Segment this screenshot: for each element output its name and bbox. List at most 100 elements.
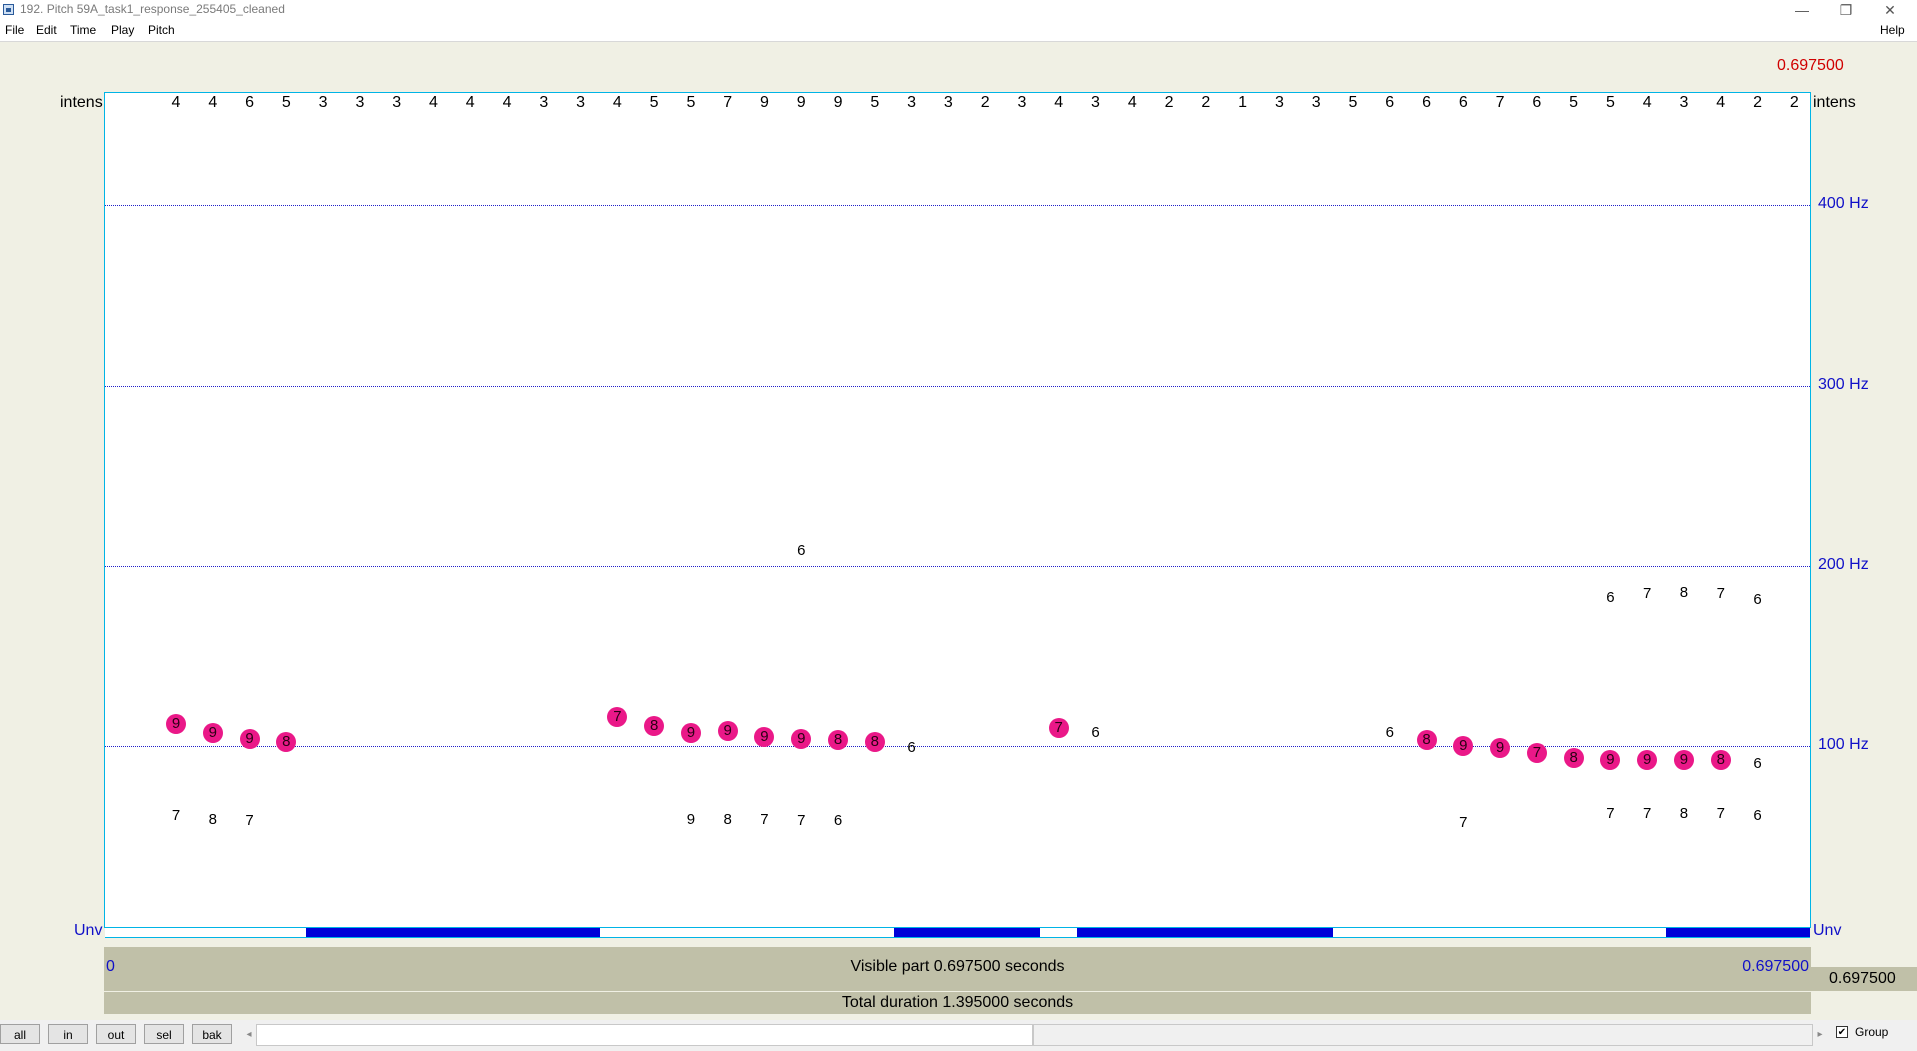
pitch-candidate: 6 [1753, 590, 1762, 608]
scroll-left-arrow-icon[interactable]: ◂ [242, 1026, 256, 1044]
pitch-candidate: 6 [833, 812, 843, 830]
minimize-button[interactable]: — [1780, 0, 1824, 20]
intensity-value: 6 [1422, 94, 1431, 111]
intensity-value: 3 [392, 94, 402, 111]
intensity-value: 3 [355, 94, 365, 111]
pitch-candidate: 7 [1459, 814, 1468, 832]
pitch-dot[interactable]: 8 [1416, 730, 1437, 751]
intensity-value: 5 [281, 94, 291, 111]
visible-part-text: Visible part 0.697500 seconds [850, 958, 1065, 975]
pitch-dot[interactable]: 9 [717, 721, 738, 742]
intens-label-right: intens [1813, 94, 1856, 111]
pitch-dot[interactable]: 7 [1526, 743, 1547, 763]
pitch-dot[interactable]: 8 [644, 715, 665, 736]
unvoiced-bar [105, 927, 1810, 938]
unvoiced-segment [1665, 928, 1810, 937]
intensity-value: 3 [1679, 94, 1689, 111]
pitch-candidate: 7 [1606, 805, 1615, 823]
scroll-right-arrow-icon[interactable]: ▸ [1813, 1026, 1827, 1044]
zoom-in-button[interactable]: in [48, 1024, 88, 1044]
unv-label-left: Unv [74, 922, 103, 939]
pitch-dot[interactable]: 7 [1048, 717, 1069, 738]
pitch-plot-area[interactable] [104, 92, 1811, 928]
intensity-value: 9 [833, 94, 843, 111]
pitch-dot[interactable]: 8 [1563, 748, 1584, 769]
menu-pitch[interactable]: Pitch [148, 23, 175, 37]
menu-bar: File Edit Time Play Pitch Help [0, 20, 1917, 42]
pitch-candidate: 6 [907, 738, 916, 756]
intensity-value: 6 [1532, 94, 1542, 111]
intensity-value: 6 [1458, 94, 1468, 111]
intensity-value: 5 [686, 94, 696, 111]
menu-time[interactable]: Time [70, 23, 96, 37]
menu-edit[interactable]: Edit [36, 23, 57, 37]
bottom-toolbar: all in out sel bak ◂ ▸ ✔ Group [0, 1020, 1917, 1051]
unvoiced-segment [894, 928, 1040, 937]
pitch-candidate: 8 [1679, 805, 1689, 823]
menu-play[interactable]: Play [111, 23, 134, 37]
cursor-time: 0.697500 [1777, 57, 1844, 74]
intensity-value: 1 [1238, 94, 1248, 111]
title-bar: 192. Pitch 59A_task1_response_255405_cle… [0, 0, 1917, 20]
pitch-dot[interactable]: 9 [1453, 735, 1474, 756]
pitch-candidate: 8 [1679, 583, 1689, 601]
gridline-100 [105, 746, 1810, 747]
intensity-value: 7 [723, 94, 733, 111]
time-end-label: 0.697500 [1742, 958, 1809, 975]
scrollbar-track[interactable] [1033, 1024, 1813, 1046]
intensity-value: 6 [245, 94, 254, 111]
visible-part-side[interactable]: 0.697500 [1811, 967, 1917, 991]
pitch-candidate: 7 [1716, 585, 1725, 603]
intensity-value: 2 [1164, 94, 1174, 111]
zoom-back-button[interactable]: bak [192, 1024, 232, 1044]
pitch-candidate: 7 [1716, 805, 1725, 823]
intensity-value: 4 [208, 94, 218, 111]
intensity-value: 5 [649, 94, 659, 111]
restore-button[interactable]: ❐ [1824, 0, 1868, 20]
pitch-dot[interactable]: 9 [680, 723, 701, 744]
pitch-candidate: 7 [1643, 805, 1652, 823]
intensity-value: 3 [539, 94, 549, 111]
menu-file[interactable]: File [5, 23, 24, 37]
zoom-sel-button[interactable]: sel [144, 1024, 184, 1044]
gridline-200 [105, 566, 1810, 567]
total-duration-text: Total duration 1.395000 seconds [841, 994, 1074, 1011]
intensity-value: 3 [907, 94, 917, 111]
intensity-value: 4 [1127, 94, 1137, 111]
zoom-all-button[interactable]: all [0, 1024, 40, 1044]
pitch-candidate: 6 [797, 542, 806, 560]
intensity-value: 5 [1605, 94, 1615, 111]
app-icon [3, 4, 14, 15]
pitch-candidate: 6 [1753, 807, 1762, 825]
gridline-300 [105, 386, 1810, 387]
pitch-candidate: 8 [208, 810, 217, 828]
close-button[interactable]: ✕ [1868, 0, 1912, 20]
intensity-value: 5 [1348, 94, 1358, 111]
visible-part-bar[interactable]: 0 Visible part 0.697500 seconds 0.697500 [104, 947, 1811, 991]
pitch-candidate: 7 [1643, 585, 1652, 603]
intensity-value: 4 [171, 94, 181, 111]
intensity-value: 4 [1642, 94, 1652, 111]
pitch-dot[interactable]: 9 [1490, 737, 1511, 758]
total-duration-bar[interactable]: Total duration 1.395000 seconds [104, 992, 1811, 1014]
zoom-out-button[interactable]: out [96, 1024, 136, 1044]
intensity-value: 4 [1716, 94, 1726, 111]
pitch-dot[interactable]: 9 [791, 728, 812, 749]
pitch-dot[interactable]: 8 [1710, 750, 1731, 771]
intensity-value: 3 [1017, 94, 1027, 111]
intensity-value: 2 [980, 94, 990, 111]
hz-label-400: 400 Hz [1818, 195, 1869, 212]
scrollbar-thumb[interactable] [256, 1024, 1033, 1046]
pitch-dot[interactable]: 9 [202, 723, 223, 744]
pitch-candidate: 7 [797, 812, 806, 830]
intensity-value: 5 [870, 94, 880, 111]
pitch-dot[interactable]: 9 [239, 728, 260, 749]
group-checkbox[interactable]: ✔ [1836, 1026, 1848, 1038]
unvoiced-segment [306, 928, 600, 937]
menu-help[interactable]: Help [1880, 23, 1905, 37]
gridline-400 [105, 205, 1810, 206]
pitch-candidate: 7 [760, 810, 769, 828]
pitch-dot[interactable]: 8 [864, 732, 885, 753]
pitch-candidate: 7 [171, 807, 181, 825]
intensity-value: 3 [1274, 94, 1284, 111]
